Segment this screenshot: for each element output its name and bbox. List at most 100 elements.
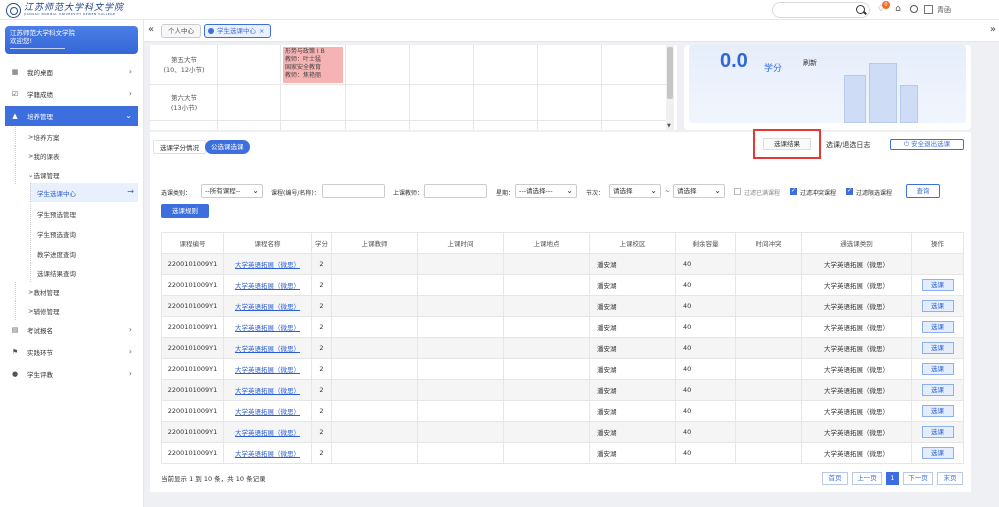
tabs-scroll-left-icon[interactable]: «	[148, 24, 154, 35]
filter-restricted-checkbox[interactable]	[846, 187, 853, 195]
select-course-button[interactable]: 选课	[921, 426, 954, 438]
cell-credit: 2	[311, 421, 332, 443]
filter-conflict-checkbox[interactable]	[790, 187, 797, 195]
col-conflict[interactable]: 时间冲突	[735, 232, 802, 254]
checkbox-icon: ☑	[11, 90, 19, 98]
scroll-thumb[interactable]	[667, 47, 673, 99]
course-name-link[interactable]: 大学英语拓展（微思）	[223, 316, 312, 338]
course-block[interactable]: 形势与政策 I B 教师：叶士猛 国家安全教育 教师：焦艳丽	[283, 47, 343, 83]
course-rules-button[interactable]: 选课规则	[161, 204, 209, 218]
sidebar-sub-timetable[interactable]: > 我的课表	[15, 146, 138, 165]
select-course-button[interactable]: 选课	[921, 384, 954, 396]
select-course-button[interactable]: 选课	[921, 321, 954, 333]
course-name-link[interactable]: 大学英语拓展（微思）	[223, 400, 312, 422]
page-current-button[interactable]: 1	[886, 472, 899, 485]
refresh-button[interactable]: 刷新	[803, 58, 817, 68]
tabs-scroll-right-icon[interactable]: »	[990, 24, 996, 35]
exit-course-selection-button[interactable]: ⏻ 安全退出选课	[890, 139, 964, 150]
timetable-scrollbar[interactable]: ▼	[666, 45, 674, 130]
col-campus[interactable]: 上课校区	[589, 232, 676, 254]
course-name-link[interactable]: 大学英语拓展（微思）	[223, 442, 312, 464]
sidebar-sub-preselect-mgmt[interactable]: 学生预选管理	[30, 204, 138, 223]
col-remaining[interactable]: 剩余容量	[675, 232, 736, 254]
col-place[interactable]: 上课地点	[503, 232, 590, 254]
select-course-button[interactable]: 选课	[921, 300, 954, 312]
col-teacher[interactable]: 上课教师	[331, 232, 418, 254]
col-time[interactable]: 上课时间	[417, 232, 504, 254]
course-name-link[interactable]: 大学英语拓展（微思）	[223, 295, 312, 317]
select-course-button[interactable]: 选课	[921, 342, 954, 354]
user-name[interactable]: 青函	[937, 5, 951, 15]
cell-teacher	[331, 316, 418, 338]
sidebar-sub-course-center[interactable]: 学生选课中心 →	[30, 183, 138, 202]
period-from-select[interactable]: 请选择 ⌄	[609, 184, 661, 198]
power-icon[interactable]	[910, 5, 918, 13]
course-result-button[interactable]: 选课结果	[763, 138, 811, 150]
query-button[interactable]: 查询	[906, 184, 940, 198]
sidebar-item-practice[interactable]: ⚑ 实践环节 ›	[5, 342, 138, 362]
course-name-link[interactable]: 大学英语拓展（微思）	[223, 337, 312, 359]
sidebar-item-exam[interactable]: ▤ 考试报名 ›	[5, 320, 138, 340]
cell-action: 选课	[911, 337, 964, 359]
select-course-button[interactable]: 选课	[921, 363, 954, 375]
select-course-button[interactable]: 选课	[921, 405, 954, 417]
course-log-link[interactable]: 选课/退选日志	[826, 140, 870, 150]
teacher-input[interactable]	[424, 184, 487, 198]
sidebar-sub-preselect-query[interactable]: 学生预选查询	[30, 224, 138, 243]
course-name-link[interactable]: 大学英语拓展（微思）	[223, 421, 312, 443]
select-course-button[interactable]: 选课	[921, 447, 954, 459]
chevron-right-icon: ›	[128, 89, 132, 98]
sidebar-sub-result-query[interactable]: 选课结果查询	[30, 263, 138, 282]
sidebar-sub-minor[interactable]: > 辅修管理	[15, 301, 138, 320]
tab-public-elective[interactable]: 公选课选课	[205, 140, 250, 154]
sidebar-item-grades[interactable]: ☑ 学籍成绩 ›	[5, 84, 138, 104]
cell-remaining: 40	[675, 421, 736, 443]
page-first-button[interactable]: 首页	[822, 472, 848, 485]
timetable-row: 第六大节 (13小节)	[150, 85, 670, 121]
active-dot-icon	[208, 28, 214, 34]
cell-remaining: 40	[675, 295, 736, 317]
course-search-input[interactable]	[322, 184, 385, 198]
grid-icon: ▦	[11, 68, 19, 76]
avatar[interactable]	[924, 5, 933, 14]
page-last-button[interactable]: 末页	[937, 472, 963, 485]
search-icon[interactable]	[856, 5, 865, 14]
cell-place	[503, 316, 590, 338]
tab-personal-center[interactable]: 个人中心	[161, 24, 201, 38]
tab-credit-status[interactable]: 选课学分情况	[153, 140, 206, 154]
period-to-select[interactable]: 请选择 ⌄	[673, 184, 725, 198]
course-name-link[interactable]: 大学英语拓展（微思）	[223, 253, 312, 275]
school-logo[interactable]: 江苏师范大学科文学院 JIANGSU NORMAL UNIVERSITY KEW…	[6, 2, 124, 18]
sidebar-item-desktop[interactable]: ▦ 我的桌面 ›	[5, 62, 138, 82]
weekday-select[interactable]: ---请选择--- ⌄	[515, 184, 577, 198]
sidebar-sub-progress-query[interactable]: 教学进度查询	[30, 244, 138, 263]
sidebar-sub-textbook[interactable]: > 教材管理	[15, 282, 138, 301]
cell-conflict	[735, 274, 802, 296]
sidebar-item-training[interactable]: ▲ 培养管理 ⌄	[5, 106, 138, 126]
col-code[interactable]: 课程编号	[161, 232, 224, 254]
select-course-button[interactable]: 选课	[921, 279, 954, 291]
col-credit[interactable]: 学分	[311, 232, 332, 254]
table-row: 2200101009Y1 大学英语拓展（微思） 2 潘安湖 40 大学英语拓展（微思）	[161, 253, 964, 275]
col-name[interactable]: 课程名称	[223, 232, 312, 254]
flag-icon: ⚑	[11, 348, 19, 356]
filter-full-checkbox[interactable]	[734, 188, 741, 195]
course-name-link[interactable]: 大学英语拓展（微思）	[223, 379, 312, 401]
course-name-link[interactable]: 大学英语拓展（微思）	[223, 274, 312, 296]
global-search-input[interactable]	[772, 2, 870, 18]
cell-conflict	[735, 379, 802, 401]
page-prev-button[interactable]: 上一页	[852, 472, 882, 485]
course-name-link[interactable]: 大学英语拓展（微思）	[223, 358, 312, 380]
home-icon[interactable]: ⌂	[893, 4, 903, 14]
cell-place	[503, 253, 590, 275]
page-next-button[interactable]: 下一页	[903, 472, 933, 485]
tab-course-center[interactable]: 学生选课中心 ×	[204, 24, 272, 38]
close-icon[interactable]: ×	[259, 27, 264, 35]
sidebar-sub-course-mgmt[interactable]: ⌄ 选课管理	[15, 165, 138, 184]
scroll-down-icon[interactable]: ▼	[667, 123, 671, 129]
category-select[interactable]: --所有课程-- ⌄	[201, 184, 263, 198]
sidebar-sub-plan[interactable]: > 培养方案	[15, 127, 138, 146]
sidebar-item-evaluation[interactable]: ● 学生评教 ›	[5, 364, 138, 384]
cell-category: 大学英语拓展（微思）	[801, 295, 912, 317]
col-category[interactable]: 通选课类别	[801, 232, 912, 254]
